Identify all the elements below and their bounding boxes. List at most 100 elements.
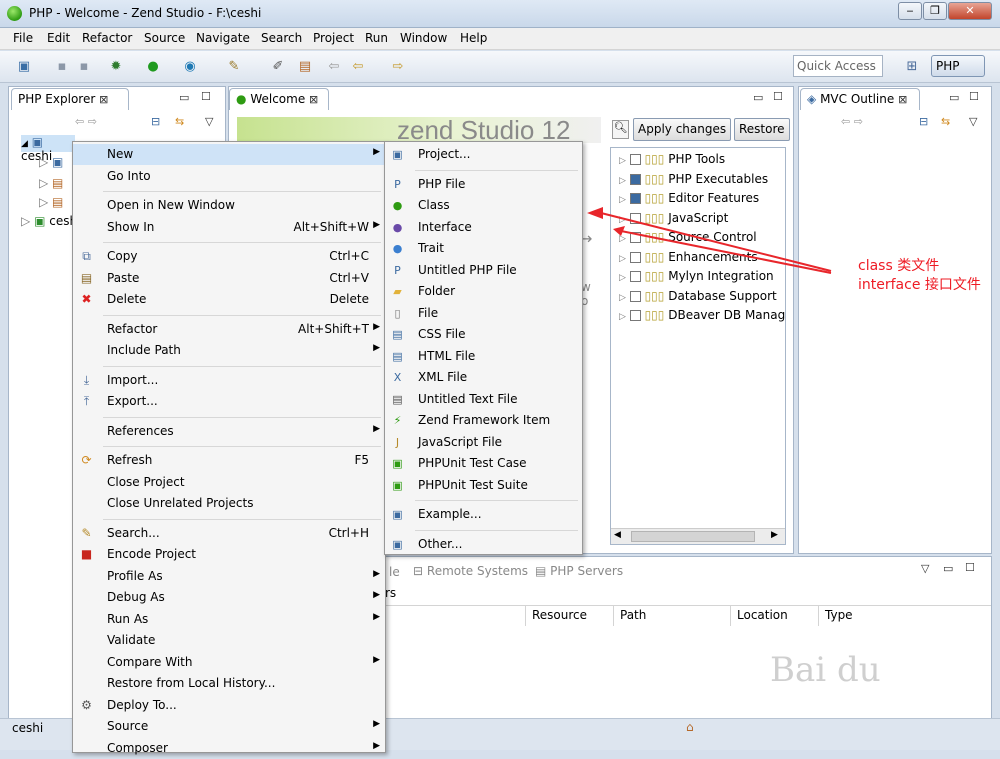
menu-item-zend-framework-item[interactable]: ⚡ Zend Framework Item bbox=[385, 410, 582, 431]
menu-item-php-file[interactable]: P PHP File bbox=[385, 174, 582, 195]
maximize-icon[interactable]: ☐ bbox=[965, 561, 975, 574]
scroll-right-icon[interactable]: ▶ bbox=[771, 530, 778, 540]
debug-icon[interactable]: ✹ bbox=[108, 59, 124, 75]
link-editor-icon[interactable]: ⇆ bbox=[941, 115, 950, 128]
new-icon[interactable]: ▣ bbox=[16, 59, 32, 75]
menu-item-file[interactable]: ▯ File bbox=[385, 303, 582, 324]
checkbox[interactable] bbox=[629, 154, 641, 165]
menu-item-trait[interactable]: ● Trait bbox=[385, 238, 582, 259]
view-menu-icon[interactable]: ▽ bbox=[969, 115, 977, 128]
menu-item-debug-as[interactable]: Debug As ▶ bbox=[73, 587, 385, 608]
menu-refactor[interactable]: Refactor bbox=[82, 31, 132, 45]
tab-mvc-outline[interactable]: ◈ MVC Outline ⊠ bbox=[800, 88, 920, 110]
menu-item-paste[interactable]: ▤ Paste Ctrl+V bbox=[73, 268, 385, 289]
menu-item-composer[interactable]: Composer ▶ bbox=[73, 738, 385, 759]
menu-item-search[interactable]: ✎ Search... Ctrl+H bbox=[73, 523, 385, 544]
tab-php-servers[interactable]: ▤ PHP Servers bbox=[535, 564, 623, 578]
menu-item-refactor[interactable]: Refactor Alt+Shift+T ▶ bbox=[73, 319, 385, 340]
maximize-icon[interactable]: ☐ bbox=[201, 90, 211, 103]
tree-item-project[interactable]: ◢ ▣ ceshi bbox=[21, 135, 75, 163]
view-menu-icon[interactable]: ▽ bbox=[921, 562, 929, 575]
save-icon[interactable]: ▪ bbox=[54, 59, 70, 75]
menu-item-javascript-file[interactable]: J JavaScript File bbox=[385, 432, 582, 453]
menu-item-import[interactable]: ⤓ Import... bbox=[73, 370, 385, 391]
menu-item-interface[interactable]: ● Interface bbox=[385, 217, 582, 238]
tree-child[interactable]: ▷ ▤ bbox=[39, 176, 63, 190]
navigate-icon[interactable]: ⇦ bbox=[326, 59, 342, 75]
run-icon[interactable]: ● bbox=[145, 59, 161, 75]
maximize-icon[interactable]: ☐ bbox=[969, 90, 979, 103]
menu-item-css-file[interactable]: ▤ CSS File bbox=[385, 324, 582, 345]
menu-item-open-in-new-window[interactable]: Open in New Window bbox=[73, 195, 385, 216]
collapse-all-icon[interactable]: ⊟ bbox=[919, 115, 928, 128]
tab-remote-systems[interactable]: ⊟ Remote Systems bbox=[413, 564, 528, 578]
menu-item-other[interactable]: ▣ Other... bbox=[385, 534, 582, 555]
menu-item-new[interactable]: New ▶ bbox=[73, 144, 385, 165]
menu-item-source[interactable]: Source ▶ bbox=[73, 716, 385, 737]
menu-item-show-in[interactable]: Show In Alt+Shift+W ▶ bbox=[73, 217, 385, 238]
scroll-thumb[interactable] bbox=[631, 531, 755, 542]
checkbox[interactable] bbox=[629, 174, 641, 185]
menu-item-xml-file[interactable]: X XML File bbox=[385, 367, 582, 388]
menu-item-deploy-to[interactable]: ⚙ Deploy To... bbox=[73, 695, 385, 716]
feature-item[interactable]: ▷ ▯▯▯ DBeaver DB Manag bbox=[611, 308, 785, 322]
view-menu-icon[interactable]: ▽ bbox=[205, 115, 213, 128]
column-location[interactable]: Location bbox=[730, 606, 818, 626]
tab-welcome[interactable]: ● Welcome ⊠ bbox=[229, 88, 329, 110]
pen-icon[interactable]: ✐ bbox=[270, 59, 286, 75]
menu-item-export[interactable]: ⤒ Export... bbox=[73, 391, 385, 412]
menu-item-example[interactable]: ▣ Example... bbox=[385, 504, 582, 525]
menu-edit[interactable]: Edit bbox=[47, 31, 70, 45]
close-tab-icon[interactable]: ⊠ bbox=[898, 93, 907, 106]
menu-navigate[interactable]: Navigate bbox=[196, 31, 250, 45]
minimize-icon[interactable]: ▭ bbox=[753, 91, 763, 104]
external-tools-icon[interactable]: ◉ bbox=[182, 59, 198, 75]
checkbox[interactable] bbox=[629, 291, 641, 302]
checkbox[interactable] bbox=[629, 310, 641, 321]
close-button[interactable]: ✕ bbox=[948, 2, 992, 20]
menu-source[interactable]: Source bbox=[144, 31, 185, 45]
menu-item-folder[interactable]: ▰ Folder bbox=[385, 281, 582, 302]
menu-file[interactable]: File bbox=[13, 31, 33, 45]
menu-item-class[interactable]: ● Class bbox=[385, 195, 582, 216]
open-perspective-icon[interactable]: ⊞ bbox=[904, 59, 920, 75]
menu-item-references[interactable]: References ▶ bbox=[73, 421, 385, 442]
menu-window[interactable]: Window bbox=[400, 31, 447, 45]
collapse-all-icon[interactable]: ⊟ bbox=[151, 115, 160, 128]
column-resource[interactable]: Resource bbox=[525, 606, 613, 626]
link-editor-icon[interactable]: ⇆ bbox=[175, 115, 184, 128]
menu-item-go-into[interactable]: Go Into bbox=[73, 166, 385, 187]
menu-item-untitled-text-file[interactable]: ▤ Untitled Text File bbox=[385, 389, 582, 410]
scroll-left-icon[interactable]: ◀ bbox=[614, 530, 621, 540]
quick-access-input[interactable]: Quick Access bbox=[793, 55, 883, 77]
menu-item-delete[interactable]: ✖ Delete Delete bbox=[73, 289, 385, 310]
menu-item-restore-from-local-history[interactable]: Restore from Local History... bbox=[73, 673, 385, 694]
save-all-icon[interactable]: ▪ bbox=[76, 59, 92, 75]
restore-button[interactable]: Restore bbox=[734, 118, 790, 141]
close-tab-icon[interactable]: ⊠ bbox=[309, 93, 318, 106]
menu-item-profile-as[interactable]: Profile As ▶ bbox=[73, 566, 385, 587]
menu-item-include-path[interactable]: Include Path ▶ bbox=[73, 340, 385, 361]
annotation-icon[interactable]: ▤ bbox=[297, 59, 313, 75]
minimize-icon[interactable]: ▭ bbox=[949, 91, 959, 104]
menu-item-close-project[interactable]: Close Project bbox=[73, 472, 385, 493]
menu-item-close-unrelated-projects[interactable]: Close Unrelated Projects bbox=[73, 493, 385, 514]
maximize-icon[interactable]: ☐ bbox=[773, 90, 783, 103]
feature-item[interactable]: ▷ ▯▯▯ PHP Tools bbox=[611, 152, 725, 166]
feature-item[interactable]: ▷ ▯▯▯ PHP Executables bbox=[611, 172, 768, 186]
menu-item-phpunit-test-case[interactable]: ▣ PHPUnit Test Case bbox=[385, 453, 582, 474]
menu-item-run-as[interactable]: Run As ▶ bbox=[73, 609, 385, 630]
search-icon[interactable]: 🔍︎ bbox=[612, 120, 629, 139]
minimize-icon[interactable]: ▭ bbox=[943, 562, 953, 575]
menu-item-validate[interactable]: Validate bbox=[73, 630, 385, 651]
maximize-button[interactable]: ❐ bbox=[923, 2, 947, 20]
back-nav-icon[interactable]: ⇦ ⇨ bbox=[841, 115, 863, 128]
forward-icon[interactable]: ⇨ bbox=[390, 59, 406, 75]
menu-search[interactable]: Search bbox=[261, 31, 302, 45]
menu-item-untitled-php-file[interactable]: P Untitled PHP File bbox=[385, 260, 582, 281]
close-tab-icon[interactable]: ⊠ bbox=[99, 93, 108, 106]
minimize-button[interactable]: ‒ bbox=[898, 2, 922, 20]
feature-item[interactable]: ▷ ▯▯▯ Database Support bbox=[611, 289, 777, 303]
menu-item-project[interactable]: ▣ Project... bbox=[385, 144, 582, 165]
apply-changes-button[interactable]: Apply changes bbox=[633, 118, 732, 141]
